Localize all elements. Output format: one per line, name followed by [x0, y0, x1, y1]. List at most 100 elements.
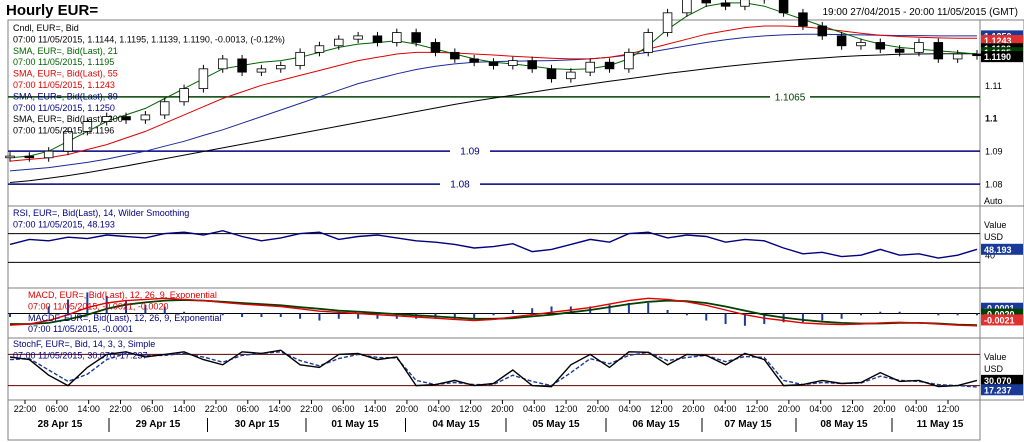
candle-body	[566, 71, 576, 80]
candle-body	[508, 60, 518, 66]
day-label: 29 Apr 15	[136, 419, 181, 430]
candle-body	[585, 61, 595, 73]
x-tick-label: 22:00	[300, 404, 323, 414]
candle-body	[740, 0, 750, 7]
candle-body	[353, 35, 363, 40]
candle-body	[527, 60, 537, 70]
x-tick-label: 12:00	[746, 404, 769, 414]
candle-body	[334, 38, 344, 47]
candle-body	[276, 65, 286, 70]
x-tick-label: 20:00	[491, 404, 514, 414]
x-tick-label: 04:00	[714, 404, 737, 414]
candle-body	[682, 0, 692, 14]
chart-canvas: 1.111.11.091.081.10651.091.081.12501.124…	[5, 0, 1024, 441]
x-tick-label: 12:00	[841, 404, 864, 414]
candle-body	[450, 51, 460, 60]
candle-body	[179, 88, 189, 103]
stoch-legend-0: StochF, EUR=, Bid, 14, 3, 3, Simple	[13, 339, 155, 349]
candle-body	[217, 58, 228, 70]
day-label: 01 May 15	[331, 419, 379, 430]
candle-body	[643, 32, 653, 53]
x-tick-label: 14:00	[268, 404, 291, 414]
x-tick-label: 14:00	[364, 404, 387, 414]
macd-legend-0: MACD, EUR=, Bid(Last), 12, 26, 9, Expone…	[28, 290, 217, 300]
price-tick-label: 1.1	[985, 114, 998, 124]
candle-body	[836, 35, 847, 47]
price-legend-3: 07:00 11/05/2015, 1.1195	[13, 57, 114, 67]
candle-body	[624, 51, 634, 70]
price-legend-1: 07:00 11/05/2015, 1.1144, 1.1195, 1.1139…	[13, 34, 285, 44]
day-label: 28 Apr 15	[38, 419, 83, 430]
price-legend-7: 07:00 11/05/2015, 1.1250	[13, 103, 115, 113]
x-tick-label: 04:00	[809, 404, 832, 414]
macd-legend-3: 07:00 11/05/2015, -0.0001	[28, 324, 133, 334]
x-tick-label: 12:00	[555, 404, 578, 414]
x-tick-label: 04:00	[618, 404, 641, 414]
candle-body	[392, 32, 402, 43]
candle-body	[372, 35, 383, 43]
price-tick-label: 1.09	[985, 147, 1003, 157]
day-label: 08 May 15	[820, 419, 868, 430]
macd-legend-2: MACDF, EUR=, Bid(Last), 12, 26, 9, Expon…	[28, 313, 221, 323]
price-legend-9: 07:00 11/05/2015, 1.1196	[13, 126, 114, 136]
rsi-legend-0: RSI, EUR=, Bid(Last), 14, Wilder Smoothi…	[13, 208, 189, 218]
candle-body	[817, 25, 828, 37]
price-tick-label: 1.11	[985, 81, 1002, 91]
x-tick-label: 06:00	[46, 404, 69, 414]
x-tick-label: 20:00	[778, 404, 801, 414]
x-tick-label: 06:00	[332, 404, 355, 414]
candle-body	[469, 58, 479, 63]
price-label-4: 1.1190	[984, 52, 1011, 62]
candle-body	[430, 42, 441, 53]
candle-body	[546, 68, 557, 80]
candle-body	[914, 42, 924, 53]
hline-label-2: 1.08	[450, 180, 470, 191]
x-tick-label: 22:00	[109, 404, 132, 414]
candle-body	[701, 0, 711, 4]
price-legend-5: 07:00 11/05/2015, 1.1243	[13, 80, 115, 90]
rsi-legend-1: 07:00 11/05/2015, 48.193	[13, 219, 115, 229]
candle-body	[411, 32, 421, 43]
x-tick-label: 20:00	[873, 404, 896, 414]
candle-body	[198, 68, 209, 89]
candle-body	[43, 150, 54, 159]
x-tick-label: 04:00	[427, 404, 450, 414]
candle-body	[952, 53, 963, 60]
chart-window: Hourly EUR= 19:00 27/04/2015 - 20:00 11/…	[0, 0, 1024, 442]
candle-body	[604, 61, 615, 70]
x-tick-label: 20:00	[587, 404, 610, 414]
candle-body	[933, 42, 944, 60]
rsi-unit-label-1: USD	[984, 232, 1004, 242]
macd-legend-1: 07:00 11/05/2015, -0.0021, -0.0020	[28, 301, 168, 311]
price-legend-8: SMA, EUR=, Bid(Last), 200	[13, 114, 123, 124]
price-legend-0: Cndl, EUR=, Bid	[13, 23, 79, 33]
price-tick-label: 1.08	[985, 180, 1003, 190]
candle-body	[159, 101, 170, 116]
candle-body	[256, 68, 267, 73]
price-legend-2: SMA, EUR=, Bid(Last), 21	[13, 46, 118, 56]
candle-body	[720, 2, 731, 7]
price-legend-6: SMA, EUR=, Bid(Last), 89	[13, 91, 118, 101]
day-label: 11 May 15	[917, 419, 964, 430]
candle-body	[24, 155, 35, 159]
hline-label-1: 1.09	[460, 147, 480, 158]
day-label: 06 May 15	[632, 419, 680, 430]
x-tick-label: 22:00	[205, 404, 228, 414]
day-label: 30 Apr 15	[235, 419, 280, 430]
candle-body	[662, 12, 673, 33]
day-label: 05 May 15	[532, 419, 580, 430]
x-tick-label: 12:00	[650, 404, 673, 414]
day-label: 04 May 15	[432, 419, 480, 430]
candle-body	[778, 0, 789, 14]
candle-body	[5, 155, 15, 159]
hline-label-0: 1.1065	[775, 92, 806, 103]
x-tick-label: 20:00	[396, 404, 419, 414]
stoch-legend-1: 07:00 11/05/2015, 30.070, 17.237	[13, 350, 147, 360]
x-tick-label: 12:00	[459, 404, 482, 414]
rsi-current-label: 48.193	[984, 245, 1012, 255]
stoch-label-1: 17.237	[984, 385, 1012, 395]
x-tick-label: 14:00	[77, 404, 100, 414]
candle-body	[314, 45, 325, 53]
macd-label-2: -0.0021	[984, 315, 1015, 325]
candle-body	[894, 48, 905, 53]
